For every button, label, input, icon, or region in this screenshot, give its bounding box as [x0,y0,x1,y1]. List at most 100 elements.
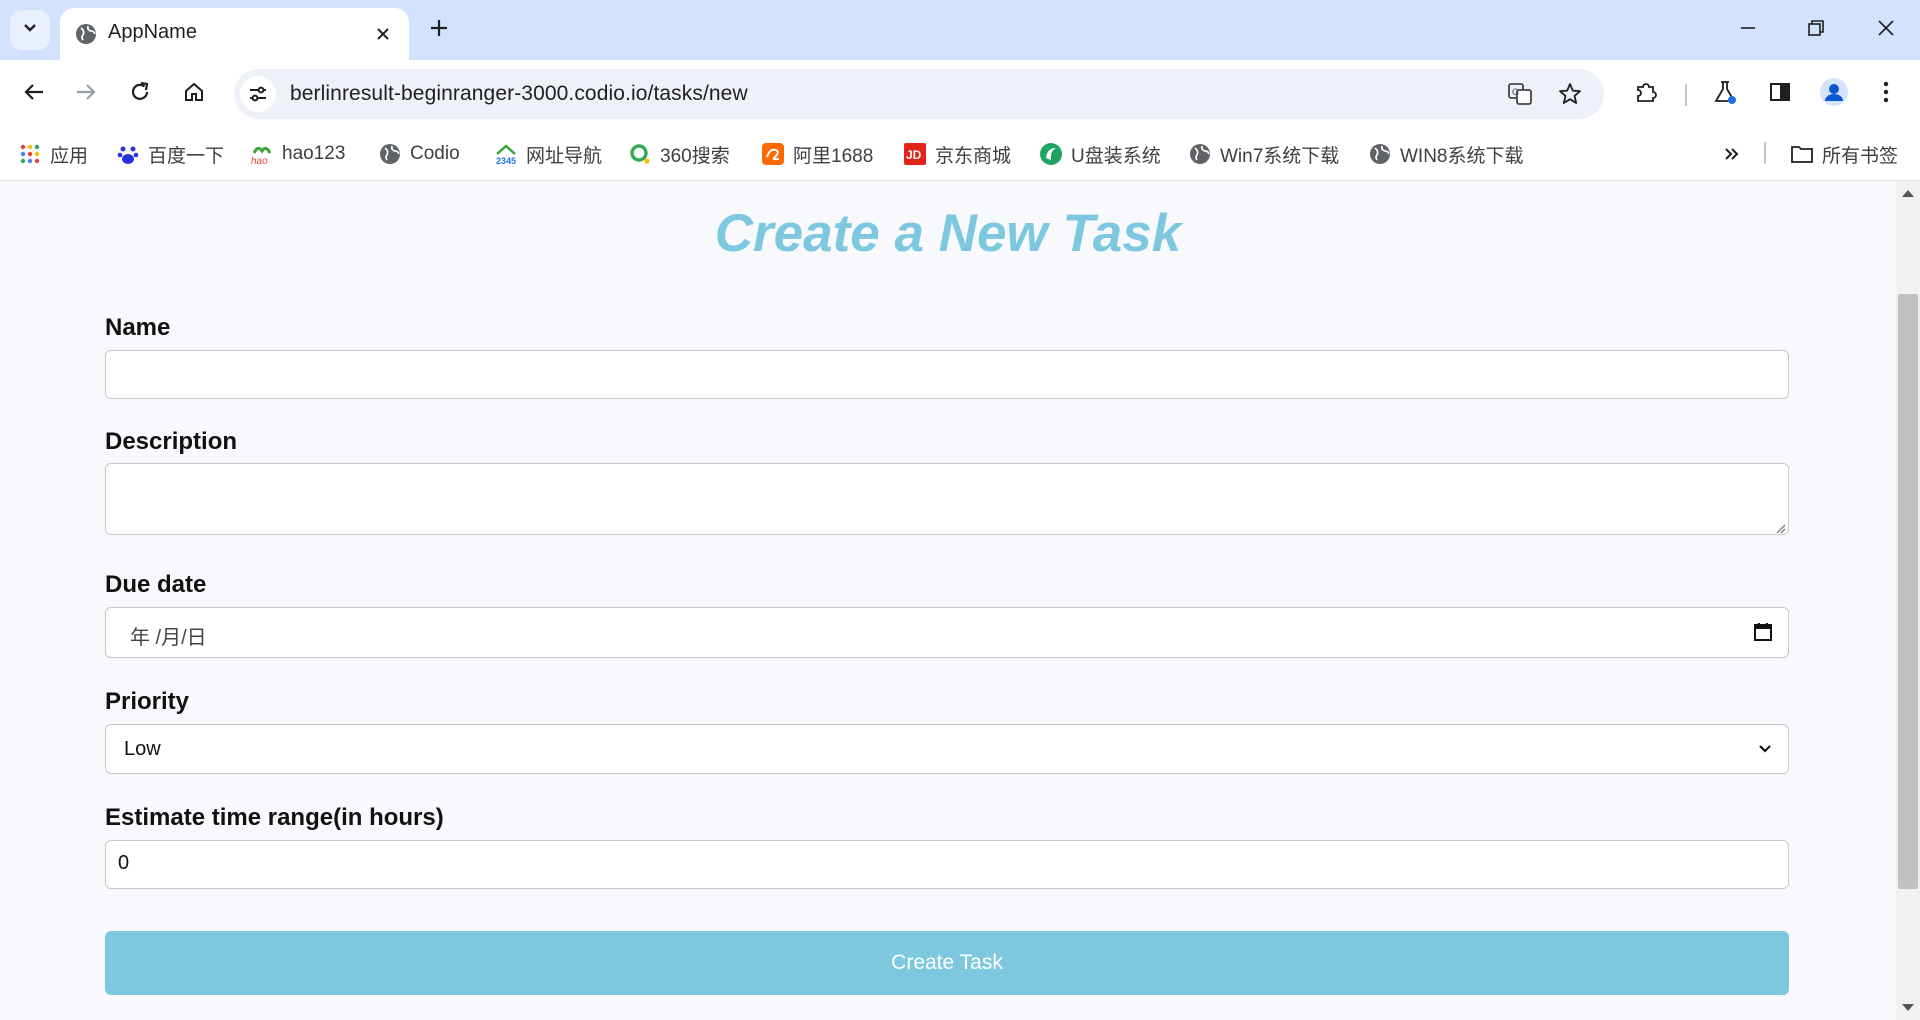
globe-icon [74,22,98,46]
hao123-icon: hao [250,142,274,166]
chevron-down-icon [1756,740,1774,758]
page-title: Create a New Task [714,204,1182,263]
bookmark-apps[interactable]: 应用 [18,138,88,170]
bookmarks-bar: 应用 百度一下 hao hao123 Codio 2345 网址导航 360搜索 [0,128,1920,181]
bookmark-jd[interactable]: JD 京东商城 [903,138,1011,170]
home-icon [183,81,205,108]
chevron-down-icon [21,19,39,42]
scrollbar-thumb[interactable] [1898,294,1918,889]
reload-icon [129,81,151,108]
flask-icon [1712,79,1738,110]
bookmark-hao123[interactable]: hao hao123 [250,138,345,170]
bookmark-codio[interactable]: Codio [378,138,460,170]
close-icon [1877,19,1895,42]
baidu-icon [116,142,140,166]
estimate-input[interactable]: 0 [105,840,1789,889]
bookmarks-divider [1764,142,1766,164]
side-panel-icon [1769,81,1791,108]
description-textarea[interactable] [105,463,1789,535]
bookmark-usb[interactable]: U盘装系统 [1039,138,1161,170]
avatar-icon [1819,77,1849,112]
name-input[interactable] [105,350,1789,399]
svg-text:G: G [1512,87,1519,97]
all-bookmarks-folder[interactable]: 所有书签 [1790,138,1898,170]
calendar-icon[interactable] [1752,621,1774,643]
svg-text:2345: 2345 [496,156,516,165]
labs-button[interactable] [1705,74,1745,114]
bookmark-label: WIN8系统下载 [1400,145,1524,167]
estimate-label: Estimate time range(in hours) [105,804,444,831]
bookmark-win8[interactable]: WIN8系统下载 [1368,138,1524,170]
bookmark-label: 百度一下 [148,145,225,167]
close-icon[interactable] [369,20,397,48]
home-button[interactable] [174,74,214,114]
due-date-label: Due date [105,571,207,598]
resize-handle-icon[interactable] [1774,521,1786,534]
page-scrollbar[interactable] [1896,181,1920,1020]
menu-button[interactable] [1866,74,1906,114]
profile-button[interactable] [1814,74,1854,114]
globe-icon [378,142,402,166]
name-label: Name [105,314,171,341]
priority-select[interactable]: Low [105,724,1789,774]
create-task-button[interactable]: Create Task [105,931,1789,995]
tab-title: AppName [108,21,197,43]
bookmark-label: hao123 [282,143,346,164]
reload-button[interactable] [120,74,160,114]
bookmark-label: Codio [410,143,460,164]
globe-icon [1368,142,1392,166]
bookmark-label: 网址导航 [526,145,603,167]
bookmark-label: 应用 [50,145,89,167]
bookmark-1688[interactable]: 阿里1688 [761,138,873,170]
back-button[interactable] [14,74,54,114]
scroll-down-arrow-icon[interactable] [1902,1004,1914,1011]
svg-text:hao: hao [251,156,268,165]
kebab-menu-icon [1883,81,1889,108]
bookmarks-overflow-button[interactable] [1720,138,1744,170]
priority-selected-value: Low [124,738,161,760]
1688-icon [761,142,785,166]
new-tab-button[interactable] [421,12,457,48]
due-date-placeholder: 年 /月/日 [130,627,207,649]
url-text: berlinresult-beginranger-3000.codio.io/t… [290,82,748,105]
chevron-double-right-icon [1720,142,1744,166]
usb-icon [1039,142,1063,166]
site-info-icon[interactable] [240,76,276,112]
description-label: Description [105,428,238,455]
browser-tab[interactable]: AppName [60,8,409,60]
bookmark-label: 360搜索 [660,145,730,167]
arrow-left-icon [23,81,45,108]
globe-icon [1188,142,1212,166]
2345-icon: 2345 [494,142,518,166]
toolbar-divider [1685,84,1687,106]
translate-icon[interactable]: G [1504,78,1536,110]
jd-icon: JD [903,142,927,166]
plus-icon [429,18,449,43]
bookmark-2345[interactable]: 2345 网址导航 [494,138,602,170]
bookmark-label: Win7系统下载 [1220,145,1340,167]
minimize-button[interactable] [1714,0,1782,60]
bookmark-win7[interactable]: Win7系统下载 [1188,138,1339,170]
browser-toolbar: berlinresult-beginranger-3000.codio.io/t… [0,60,1920,128]
due-date-input[interactable]: 年 /月/日 [105,607,1789,658]
extensions-button[interactable] [1626,74,1666,114]
tab-strip: AppName [0,0,1920,60]
close-window-button[interactable] [1852,0,1920,60]
restore-icon [1807,19,1825,42]
address-bar[interactable]: berlinresult-beginranger-3000.codio.io/t… [234,69,1604,119]
star-icon[interactable] [1554,78,1586,110]
bookmark-360[interactable]: 360搜索 [628,138,730,170]
bookmark-baidu[interactable]: 百度一下 [116,138,224,170]
minimize-icon [1739,19,1757,42]
apps-grid-icon [18,142,42,166]
bookmark-label: 所有书签 [1822,145,1899,167]
forward-button[interactable] [66,74,106,114]
restore-button[interactable] [1782,0,1850,60]
priority-label: Priority [105,688,190,715]
svg-text:JD: JD [906,148,922,162]
scroll-up-arrow-icon[interactable] [1902,190,1914,197]
arrow-right-icon [75,81,97,108]
side-panel-button[interactable] [1760,74,1800,114]
tab-search-button[interactable] [10,10,50,50]
page-viewport: Create a New Task Name Description Due d… [0,181,1896,1020]
